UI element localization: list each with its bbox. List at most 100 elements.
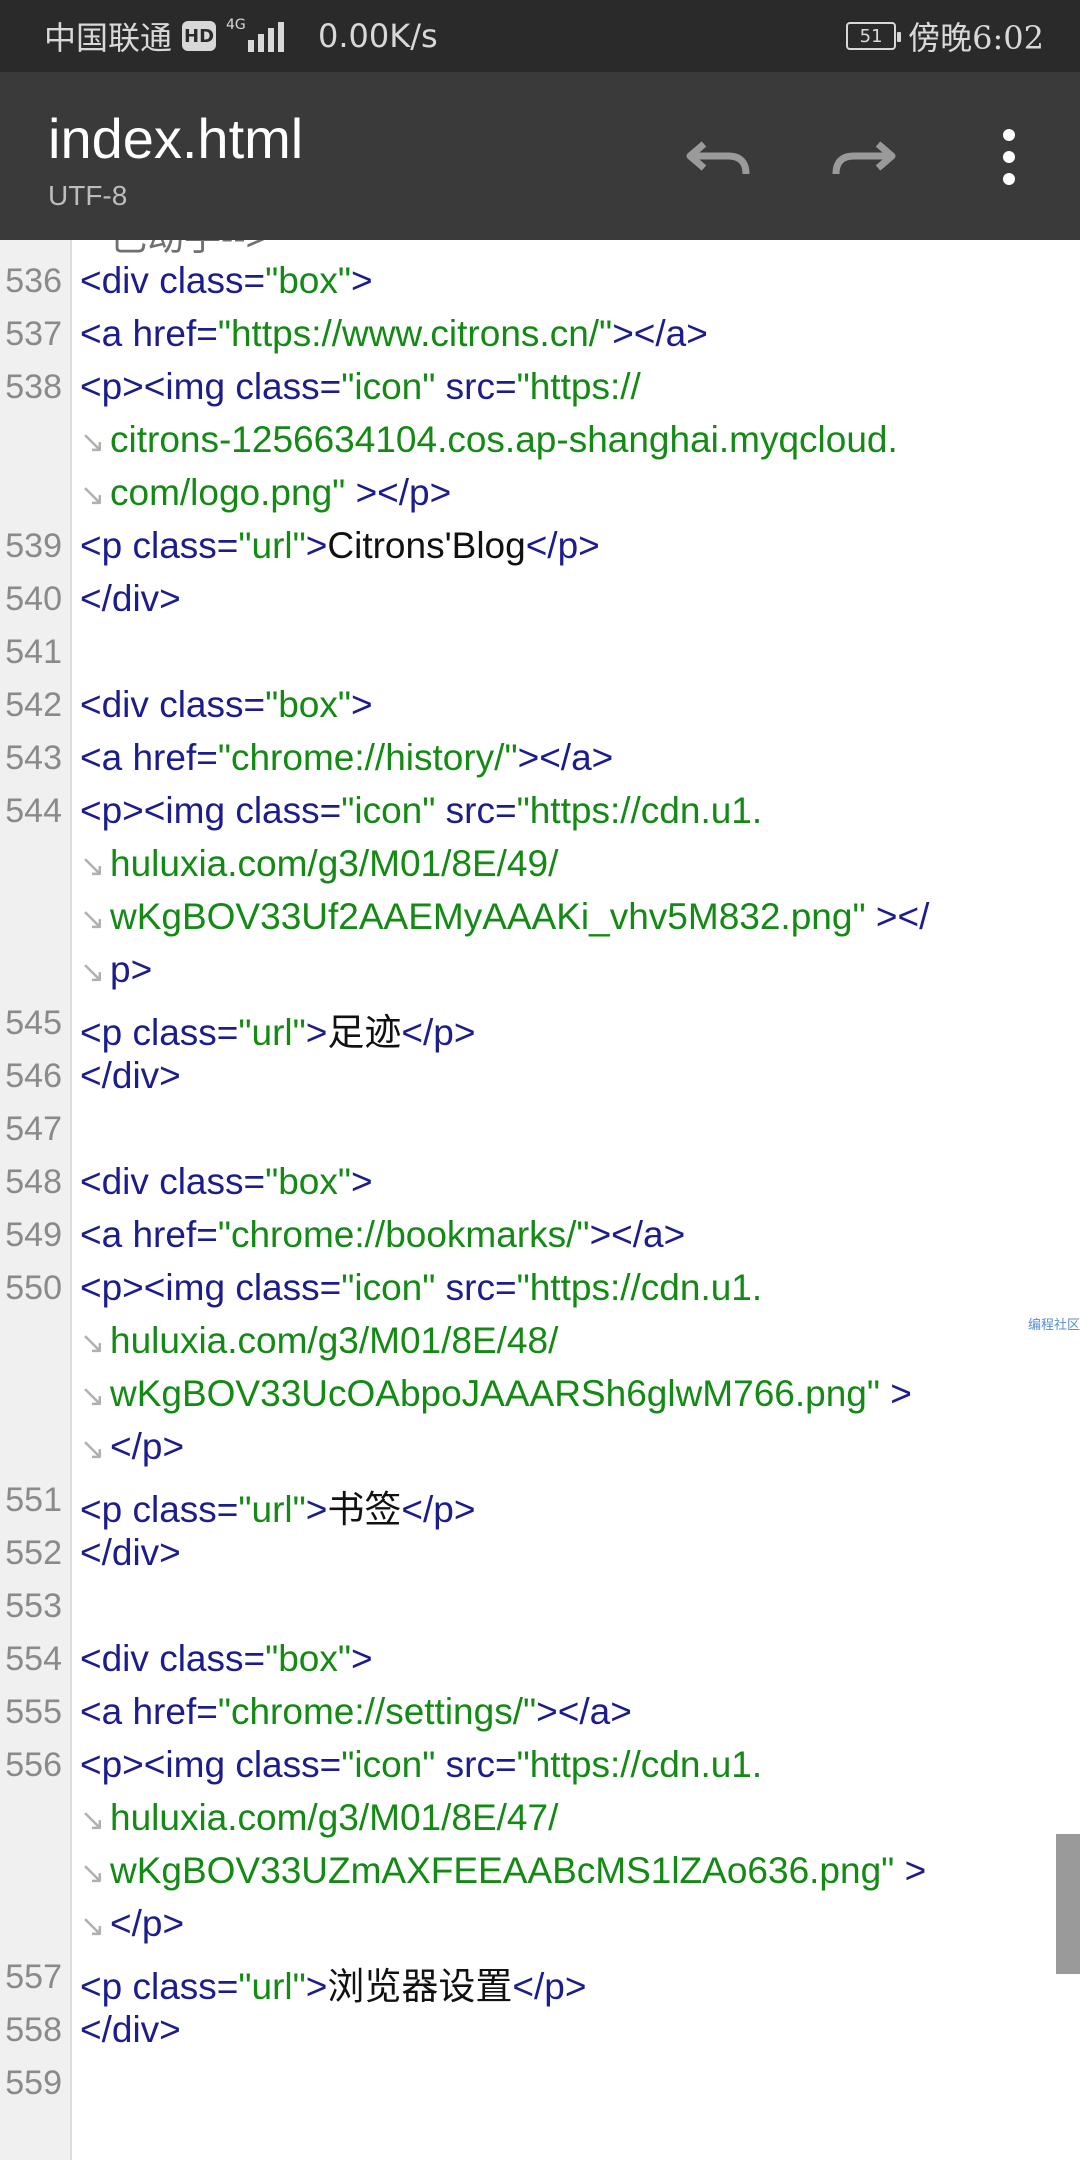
code-token: <p bbox=[80, 1489, 133, 1530]
line-number: 542 bbox=[5, 686, 62, 724]
line-text: <p class="url">浏览器设置</p> bbox=[80, 1956, 586, 2010]
code-line[interactable]: 542 <div class="box"> bbox=[0, 680, 1060, 733]
code-token: class= bbox=[235, 1267, 342, 1308]
code-editor[interactable]: ↘己动手-->536<div class="box">537<a href="h… bbox=[0, 240, 1080, 2160]
redo-button[interactable] bbox=[818, 112, 908, 202]
code-line[interactable]: 541 bbox=[0, 627, 1060, 680]
line-number: 554 bbox=[5, 1640, 62, 1678]
wrap-arrow-icon: ↘ bbox=[80, 1803, 106, 1838]
code-line[interactable]: ↘ com/logo.png" ></p> bbox=[0, 468, 1060, 521]
signal-icon: 4G bbox=[226, 18, 288, 54]
line-number: 546 bbox=[5, 1057, 62, 1095]
file-title: index.html bbox=[48, 107, 304, 170]
line-text: huluxia.com/g3/M01/8E/49/ bbox=[110, 843, 558, 885]
scrollbar-thumb[interactable] bbox=[1056, 1834, 1080, 1974]
code-line[interactable]: 550 <p><img class="icon" src="https://cdn… bbox=[0, 1263, 1060, 1316]
undo-icon bbox=[686, 141, 750, 175]
code-line[interactable]: 558 </div> bbox=[0, 2005, 1060, 2058]
line-number: 553 bbox=[5, 1587, 62, 1625]
network-type: 4G bbox=[226, 17, 246, 33]
code-token: class= bbox=[132, 1012, 239, 1053]
code-line[interactable]: 551 <p class="url">书签</p> bbox=[0, 1475, 1060, 1530]
code-line[interactable]: 554 <div class="box"> bbox=[0, 1634, 1060, 1687]
code-line[interactable]: ↘ huluxia.com/g3/M01/8E/48/ bbox=[0, 1316, 1060, 1369]
battery-icon: 51 bbox=[846, 22, 902, 50]
code-line[interactable]: 556 <p><img class="icon" src="https://cdn… bbox=[0, 1740, 1060, 1793]
code-line[interactable]: 549 <a href="chrome://bookmarks/"></a> bbox=[0, 1210, 1060, 1263]
code-token: > bbox=[305, 1012, 328, 1053]
code-token: <p><img bbox=[80, 790, 236, 831]
code-line[interactable]: ↘己动手--> bbox=[0, 240, 1060, 258]
code-token: </p> bbox=[401, 1489, 476, 1530]
code-line[interactable]: 555 <a href="chrome://settings/"></a> bbox=[0, 1687, 1060, 1740]
code-token: ></ bbox=[875, 896, 930, 937]
line-text: <p class="url">足迹</p> bbox=[80, 1002, 475, 1056]
code-token: > bbox=[351, 1638, 373, 1679]
code-token: <p><img bbox=[80, 366, 236, 407]
code-line[interactable]: 536 <div class="box"> bbox=[0, 256, 1060, 309]
code-line[interactable]: 538 <p><img class="icon" src="https:// bbox=[0, 362, 1060, 415]
code-token: citrons-1256634104.cos.ap-shanghai.myqcl… bbox=[110, 419, 898, 460]
line-text: <a href="https://www.citrons.cn/"></a> bbox=[80, 313, 708, 355]
code-line[interactable]: ↘ </p> bbox=[0, 1899, 1060, 1952]
code-line[interactable]: 543 <a href="chrome://history/"></a> bbox=[0, 733, 1060, 786]
code-line[interactable]: ↘ wKgBOV33Uf2AAEMyAAAKi_vhv5M832.png" ></ bbox=[0, 892, 1060, 945]
code-token: com/logo.png" bbox=[110, 472, 356, 513]
code-line[interactable]: 544 <p><img class="icon" src="https://cdn… bbox=[0, 786, 1060, 839]
code-line[interactable]: ↘ wKgBOV33UcOAbpoJAAARSh6glwM766.png" > bbox=[0, 1369, 1060, 1422]
code-token: <div bbox=[80, 1161, 160, 1202]
code-token: 浏览器设置 bbox=[327, 1966, 513, 2007]
code-line[interactable]: 548 <div class="box"> bbox=[0, 1157, 1060, 1210]
wrap-arrow-icon: ↘ bbox=[80, 1856, 106, 1891]
line-text: <p><img class="icon" src="https:// bbox=[80, 366, 641, 408]
undo-button[interactable] bbox=[674, 112, 764, 202]
line-text: </div> bbox=[80, 1532, 181, 1574]
code-line[interactable]: 540 </div> bbox=[0, 574, 1060, 627]
code-line[interactable]: 552 </div> bbox=[0, 1528, 1060, 1581]
line-number: 548 bbox=[5, 1163, 62, 1201]
code-token: ></a> bbox=[536, 1691, 632, 1732]
code-token: > bbox=[351, 1161, 373, 1202]
code-token: ></p> bbox=[355, 472, 452, 513]
line-text: <p><img class="icon" src="https://cdn.u1… bbox=[80, 1744, 762, 1786]
code-line[interactable]: 553 bbox=[0, 1581, 1060, 1634]
line-text: </div> bbox=[80, 1055, 181, 1097]
line-number: 551 bbox=[5, 1481, 62, 1519]
line-number: 549 bbox=[5, 1216, 62, 1254]
wrap-arrow-icon: ↘ bbox=[80, 240, 105, 248]
code-line[interactable]: ↘ wKgBOV33UZmAXFEEAABcMS1lZAo636.png" > bbox=[0, 1846, 1060, 1899]
code-line[interactable]: 539 <p class="url">Citrons'Blog</p> bbox=[0, 521, 1060, 574]
code-token: <p bbox=[80, 525, 133, 566]
code-line[interactable]: ↘ huluxia.com/g3/M01/8E/49/ bbox=[0, 839, 1060, 892]
code-line[interactable]: ↘ citrons-1256634104.cos.ap-shanghai.myqc… bbox=[0, 415, 1060, 468]
code-line[interactable]: 545 <p class="url">足迹</p> bbox=[0, 998, 1060, 1053]
code-token: "https://cdn.u1. bbox=[516, 790, 763, 831]
code-token: > bbox=[351, 684, 373, 725]
more-options-button[interactable] bbox=[964, 112, 1054, 202]
line-number: 539 bbox=[5, 527, 62, 565]
code-line[interactable]: ↘ </p> bbox=[0, 1422, 1060, 1475]
code-token: wKgBOV33UZmAXFEEAABcMS1lZAo636.png" bbox=[110, 1850, 905, 1891]
code-line[interactable]: 546 </div> bbox=[0, 1051, 1060, 1104]
wrap-arrow-icon: ↘ bbox=[80, 902, 106, 937]
code-token: <a bbox=[80, 1691, 133, 1732]
code-line[interactable]: 537 <a href="https://www.citrons.cn/"></a… bbox=[0, 309, 1060, 362]
code-token: "icon" bbox=[341, 1744, 446, 1785]
code-line[interactable]: 547 bbox=[0, 1104, 1060, 1157]
line-text: <a href="chrome://history/"></a> bbox=[80, 737, 613, 779]
line-text: <p><img class="icon" src="https://cdn.u1… bbox=[80, 790, 762, 832]
line-number: 556 bbox=[5, 1746, 62, 1784]
code-token: href= bbox=[132, 1214, 218, 1255]
code-line[interactable]: ↘ huluxia.com/g3/M01/8E/47/ bbox=[0, 1793, 1060, 1846]
line-text: </div> bbox=[80, 2009, 181, 2051]
line-number: 547 bbox=[5, 1110, 62, 1148]
code-token: "box" bbox=[265, 1161, 352, 1202]
code-token: </div> bbox=[80, 578, 181, 619]
code-token: </p> bbox=[525, 525, 600, 566]
code-line[interactable]: ↘ p> bbox=[0, 945, 1060, 998]
code-line[interactable]: 559 bbox=[0, 2058, 1060, 2111]
code-line[interactable]: 557 <p class="url">浏览器设置</p> bbox=[0, 1952, 1060, 2007]
line-text: wKgBOV33UcOAbpoJAAARSh6glwM766.png" > bbox=[110, 1373, 912, 1415]
status-right: 51 傍晚6:02 bbox=[846, 14, 1044, 58]
line-text: </div> bbox=[80, 578, 181, 620]
